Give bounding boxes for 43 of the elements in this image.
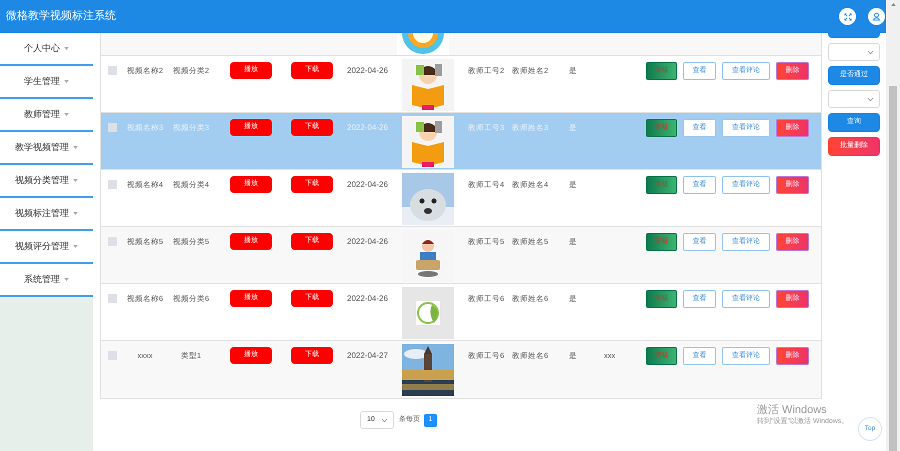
app-title: 微格教学视频标注系统: [6, 8, 116, 24]
upload-date: 2022-04-26: [347, 293, 389, 305]
sidebar-item[interactable]: 个人中心: [0, 33, 93, 66]
activation-title: 激活 Windows: [757, 403, 828, 417]
select-field[interactable]: [828, 90, 880, 108]
filter-button[interactable]: [828, 33, 880, 38]
row-checkbox[interactable]: [108, 180, 117, 189]
upload-date: 2022-04-26: [347, 179, 389, 191]
sidebar-item[interactable]: 视频分类管理: [0, 165, 93, 198]
row-checkbox[interactable]: [108, 123, 117, 132]
user-button[interactable]: [868, 8, 885, 25]
caret-icon: [64, 113, 69, 116]
chevron-down-icon: [868, 98, 873, 100]
scrollbar[interactable]: [886, 0, 900, 451]
sidebar-item[interactable]: 教学视频管理: [0, 132, 93, 165]
caret-icon: [73, 212, 78, 215]
caret-icon: [73, 179, 78, 182]
row-checkbox[interactable]: [108, 237, 117, 246]
expand-icon: [844, 12, 852, 20]
caret-icon: [73, 245, 78, 248]
row-checkbox[interactable]: [108, 294, 117, 303]
caret-icon: [64, 278, 69, 281]
upload-date: 2022-04-26: [347, 122, 389, 134]
caret-icon: [64, 80, 69, 83]
upload-date: 2022-04-27: [347, 350, 389, 362]
sidebar-item[interactable]: 系统管理: [0, 264, 93, 297]
upload-date: 2022-04-26: [347, 236, 389, 248]
sidebar-item[interactable]: 视频标注管理: [0, 198, 93, 231]
user-icon: [872, 12, 881, 21]
sidebar-item[interactable]: 教师管理: [0, 99, 93, 132]
chevron-down-icon: [868, 50, 873, 54]
caret-icon: [64, 47, 69, 50]
scroll-up-icon: [890, 3, 896, 6]
fullscreen-button[interactable]: [839, 8, 856, 25]
select-field[interactable]: [828, 43, 880, 61]
sidebar-item[interactable]: 学生管理: [0, 66, 93, 99]
sidebar-item[interactable]: 视频评分管理: [0, 231, 93, 264]
upload-date: 2022-04-26: [347, 65, 389, 77]
chevron-down-icon: [382, 418, 387, 422]
row-checkbox[interactable]: [108, 351, 117, 360]
row-checkbox[interactable]: [108, 66, 117, 75]
scrollbar-thumb[interactable]: [889, 86, 897, 451]
caret-icon: [73, 146, 78, 149]
